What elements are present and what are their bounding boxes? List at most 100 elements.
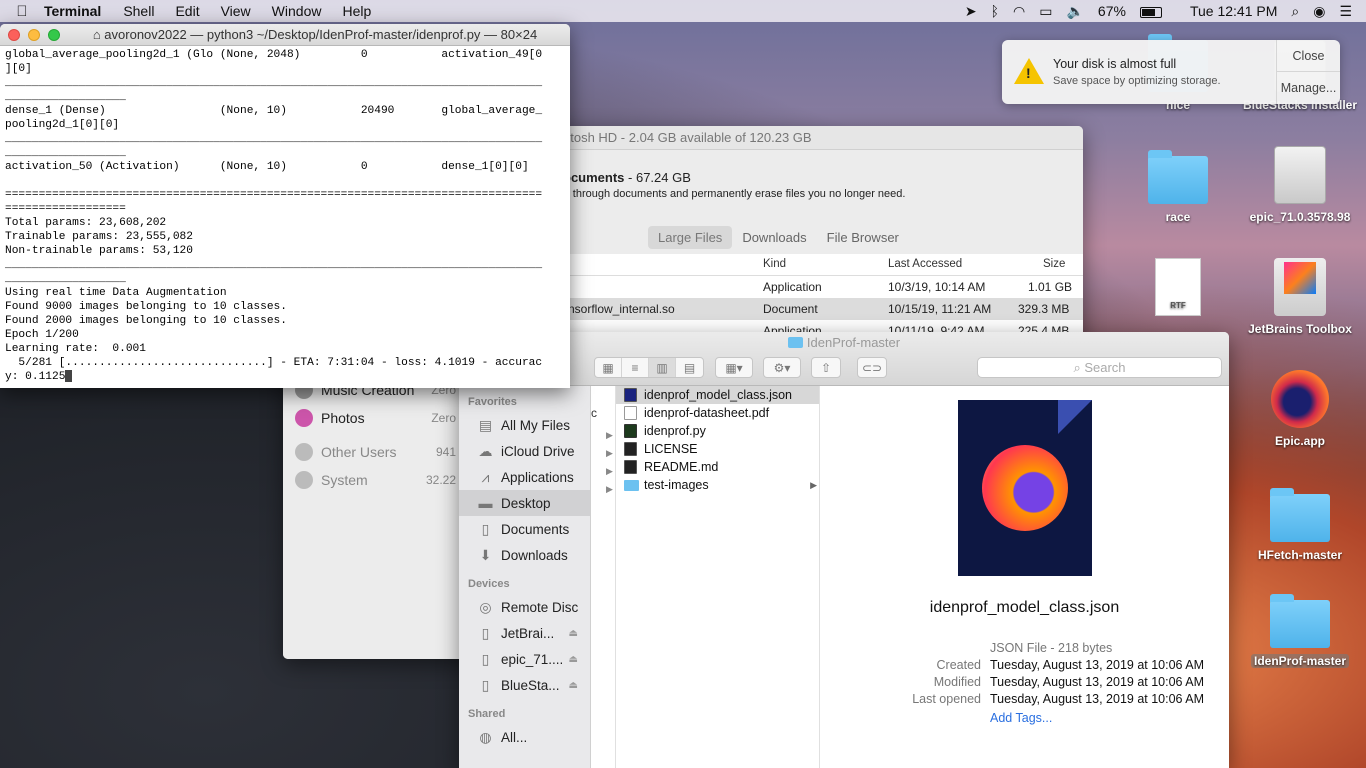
photos-icon xyxy=(295,409,313,427)
battery-icon[interactable] xyxy=(1139,3,1176,19)
icon-view-button[interactable]: ▦ xyxy=(595,358,622,377)
search-input[interactable]: ⌕ Search xyxy=(977,357,1222,378)
sidebar-item-icloud-drive[interactable]: ☁ iCloud Drive xyxy=(459,438,590,464)
eject-icon[interactable]: ⏏ xyxy=(569,680,578,691)
sidebar-item-bluestacks-volume[interactable]: ▯ BlueSta... ⏏ xyxy=(459,672,590,698)
manage-button[interactable]: Manage... xyxy=(1277,72,1340,104)
storage-item-photos[interactable]: Photos Zero xyxy=(283,404,458,432)
file-item[interactable]: LICENSE xyxy=(616,440,819,458)
tab-large-files[interactable]: Large Files xyxy=(648,226,733,249)
sidebar-item-epic-volume[interactable]: ▯ epic_71.... ⏏ xyxy=(459,646,590,672)
sidebar-item-remote-disc[interactable]: ◎ Remote Disc xyxy=(459,594,590,620)
menu-edit[interactable]: Edit xyxy=(175,3,199,19)
file-item[interactable]: idenprof.py xyxy=(616,422,819,440)
desktop-icon-epic-dmg[interactable]: epic_71.0.3578.98 xyxy=(1240,146,1360,224)
column-kind[interactable]: Kind xyxy=(763,258,786,270)
column-last-accessed[interactable]: Last Accessed xyxy=(888,258,962,270)
file-item[interactable]: idenprof_model_class.json xyxy=(616,386,819,404)
column-size[interactable]: Size xyxy=(1043,258,1065,270)
preview-file-kind: JSON File - 218 bytes xyxy=(990,641,1113,655)
arrange-button[interactable]: ▦▾ xyxy=(715,357,753,378)
terminal-lines: global_average_pooling2d_1 (Glo (None, 2… xyxy=(5,48,565,370)
tab-file-browser[interactable]: File Browser xyxy=(817,226,909,249)
bluetooth-icon[interactable]: ᛒ xyxy=(991,3,999,19)
menu-view[interactable]: View xyxy=(221,3,251,19)
sidebar-item-all-my-files[interactable]: ▤ All My Files xyxy=(459,412,590,438)
system-icon xyxy=(295,471,313,489)
row-size: 1.01 GB xyxy=(1028,280,1073,294)
eject-icon[interactable]: ⏏ xyxy=(569,654,578,665)
terminal-output[interactable]: global_average_pooling2d_1 (Glo (None, 2… xyxy=(0,46,570,388)
row-kind: Application xyxy=(763,280,822,294)
wifi-icon[interactable]: ◠ xyxy=(1013,3,1025,20)
folder-item[interactable]: test-images ▶ xyxy=(616,476,819,494)
airplay-icon[interactable]: ▭ xyxy=(1039,3,1052,20)
sidebar-item-jetbrains-volume[interactable]: ▯ JetBrai... ⏏ xyxy=(459,620,590,646)
spotlight-icon[interactable]: ⌕ xyxy=(1291,3,1299,20)
close-window-button[interactable] xyxy=(8,29,20,41)
eject-icon[interactable]: ⏏ xyxy=(569,628,578,639)
desktop-icon-jetbrains[interactable]: JetBrains Toolbox xyxy=(1240,258,1360,336)
file-item[interactable]: README.md xyxy=(616,458,819,476)
siri-icon[interactable]: ◉ xyxy=(1313,3,1325,20)
folder-icon xyxy=(1148,150,1208,204)
sidebar-item-documents[interactable]: ▯ Documents xyxy=(459,516,590,542)
menu-window[interactable]: Window xyxy=(272,3,322,19)
tags-button[interactable]: ⊂⊃ xyxy=(857,357,887,378)
battery-percent[interactable]: 67% xyxy=(1098,3,1126,19)
desktop-icon-label: epic_71.0.3578.98 xyxy=(1249,210,1351,224)
disclosure-arrow-icon[interactable]: ▶ xyxy=(606,484,613,495)
preview-pane: idenprof_model_class.json JSON File - 21… xyxy=(820,386,1229,768)
item-label: Photos xyxy=(321,410,365,426)
menu-shell[interactable]: Shell xyxy=(123,3,154,19)
sidebar-item-desktop[interactable]: ▬ Desktop xyxy=(459,490,590,516)
parent-column-fragment: c xyxy=(591,406,597,420)
share-button[interactable]: ⇧ xyxy=(811,357,841,378)
file-item[interactable]: idenprof-datasheet.pdf xyxy=(616,404,819,422)
row-size: 329.3 MB xyxy=(1018,302,1070,316)
disclosure-arrow-icon[interactable]: ▶ xyxy=(606,466,613,477)
json-file-icon xyxy=(624,388,637,402)
location-icon[interactable]: ➤ xyxy=(965,3,977,20)
notification-center-icon[interactable]: ☰ xyxy=(1339,3,1352,20)
sidebar-item-label: iCloud Drive xyxy=(501,443,575,459)
action-gear-button[interactable]: ⚙▾ xyxy=(763,357,801,378)
column-view-button[interactable]: ▥ xyxy=(649,358,676,377)
desktop-icon-rtf[interactable]: RTF xyxy=(1118,258,1238,322)
sidebar-item-downloads[interactable]: ⬇ Downloads xyxy=(459,542,590,568)
desktop-icon-race[interactable]: race xyxy=(1118,150,1238,224)
storage-item-system[interactable]: System 32.22 xyxy=(283,466,458,494)
jetbrains-drive-icon xyxy=(1274,258,1326,316)
desktop-icon-idenprof[interactable]: IdenProf-master xyxy=(1240,594,1360,668)
zoom-window-button[interactable] xyxy=(48,29,60,41)
menu-help[interactable]: Help xyxy=(342,3,371,19)
terminal-line: Found 2000 images belonging to 10 classe… xyxy=(5,315,287,327)
epic-browser-icon xyxy=(1271,370,1329,428)
disclosure-arrow-icon[interactable]: ▶ xyxy=(606,430,613,441)
tab-downloads[interactable]: Downloads xyxy=(732,226,816,249)
disclosure-arrow-icon[interactable]: ▶ xyxy=(606,448,613,459)
meta-label: Created xyxy=(936,658,981,672)
folder-icon xyxy=(787,337,803,348)
clock[interactable]: Tue 12:41 PM xyxy=(1190,3,1277,19)
text-file-icon xyxy=(624,460,637,474)
storage-item-other-users[interactable]: Other Users 941 xyxy=(283,438,458,466)
python-file-icon xyxy=(624,424,637,438)
sidebar-item-shared-all[interactable]: ◍ All... xyxy=(459,724,590,750)
list-view-button[interactable]: ≡ xyxy=(622,358,649,377)
terminal-line: Using real time Data Augmentation xyxy=(5,287,227,299)
minimize-window-button[interactable] xyxy=(28,29,40,41)
volume-icon[interactable]: 🔈 xyxy=(1066,3,1083,20)
app-menu-terminal[interactable]: Terminal xyxy=(44,3,101,19)
applications-icon: ⩘ xyxy=(481,468,490,485)
terminal-title: ⌂ avoronov2022 — python3 ~/Desktop/IdenP… xyxy=(70,27,560,42)
close-button[interactable]: Close xyxy=(1277,40,1340,72)
add-tags-link[interactable]: Add Tags... xyxy=(990,711,1052,725)
sidebar-item-applications[interactable]: ⩘ Applications xyxy=(459,464,590,490)
gallery-view-button[interactable]: ▤ xyxy=(676,358,703,377)
desktop-icon-hfetch[interactable]: HFetch-master xyxy=(1240,488,1360,562)
terminal-window: ⌂ avoronov2022 — python3 ~/Desktop/IdenP… xyxy=(0,24,570,388)
section-size: - 67.24 GB xyxy=(624,170,691,185)
desktop-icon-epic-app[interactable]: Epic.app xyxy=(1240,370,1360,448)
apple-menu-icon[interactable]:  xyxy=(0,3,44,20)
